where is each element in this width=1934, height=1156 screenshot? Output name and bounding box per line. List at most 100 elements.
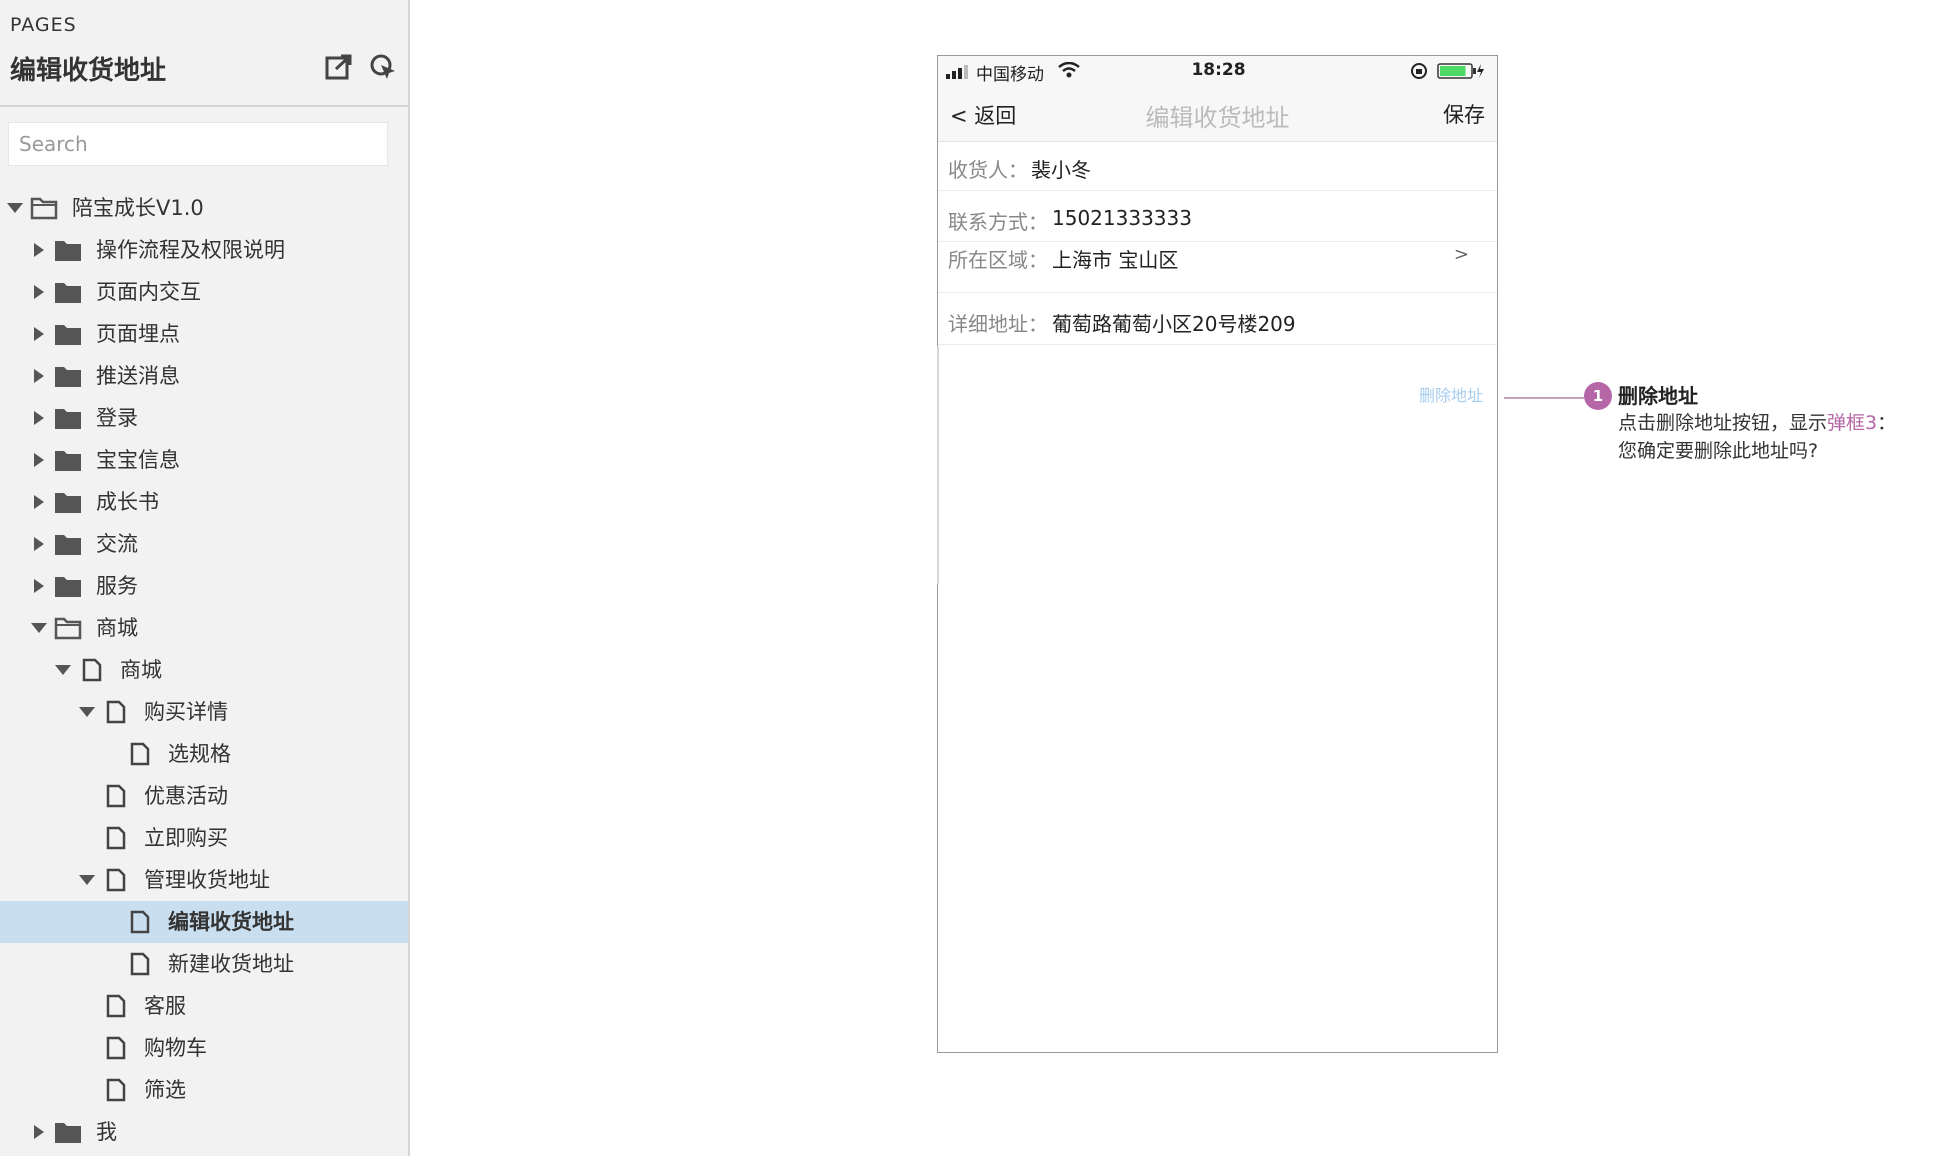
- annotation-connector: [1504, 397, 1584, 399]
- recipient-value[interactable]: 裴小冬: [1031, 154, 1091, 183]
- tree-item[interactable]: 商城: [0, 649, 408, 691]
- tree-item-label: 宝宝信息: [96, 448, 180, 472]
- pages-label: PAGES: [10, 14, 77, 36]
- page-icon: [126, 910, 154, 934]
- tree-item[interactable]: 成长书: [0, 481, 408, 523]
- folder-icon: [54, 280, 82, 304]
- tree-item-label: 筛选: [144, 1078, 186, 1102]
- caret-right-icon[interactable]: [28, 523, 48, 565]
- caret-right-icon[interactable]: [28, 229, 48, 271]
- tree-item[interactable]: 登录: [0, 397, 408, 439]
- recipient-row[interactable]: 收货人： 裴小冬: [938, 142, 1497, 191]
- folder-icon: [54, 1120, 82, 1144]
- caret-down-icon[interactable]: [76, 859, 96, 901]
- nav-title: 编辑收货地址: [1145, 104, 1290, 132]
- tree-item-label: 交流: [96, 532, 138, 556]
- page-icon: [102, 700, 130, 724]
- tree-item-label: 我: [96, 1120, 117, 1144]
- address-row[interactable]: 详细地址： 葡萄路葡萄小区20号楼209: [938, 293, 1497, 345]
- tree-item-label: 客服: [144, 994, 186, 1018]
- page-icon: [126, 742, 154, 766]
- address-value[interactable]: 葡萄路葡萄小区20号楼209: [1052, 308, 1296, 337]
- contact-value[interactable]: 15021333333: [1052, 206, 1192, 230]
- region-value[interactable]: 上海市 宝山区: [1052, 244, 1178, 273]
- page-icon: [78, 658, 106, 682]
- recipient-label: 收货人：: [948, 158, 1028, 182]
- battery-icon: [1437, 63, 1484, 79]
- tree-item[interactable]: 新建收货地址: [0, 943, 408, 985]
- folder-icon: [54, 532, 82, 556]
- tree-item-label: 购买详情: [144, 700, 228, 724]
- tree-item-label: 页面埋点: [96, 322, 180, 346]
- tree-item-label: 新建收货地址: [168, 952, 294, 976]
- folder-open-icon: [54, 616, 82, 640]
- chevron-right-icon[interactable]: >: [1454, 244, 1469, 265]
- page-tree: 陪宝成长V1.0 操作流程及权限说明页面内交互页面埋点推送消息 登录宝宝信息成长书交…: [0, 187, 408, 1153]
- folder-icon: [54, 574, 82, 598]
- tree-item[interactable]: 服务: [0, 565, 408, 607]
- caret-right-icon[interactable]: [28, 1111, 48, 1153]
- tree-item[interactable]: 商城: [0, 607, 408, 649]
- tree-item[interactable]: 编辑收货地址: [0, 901, 408, 943]
- tree-item-label: 操作流程及权限说明: [96, 238, 285, 262]
- header-divider: [0, 105, 408, 107]
- tree-item-label: 服务: [96, 574, 138, 598]
- tree-item[interactable]: 筛选: [0, 1069, 408, 1111]
- folder-icon: [54, 238, 82, 262]
- region-row[interactable]: 所在区域： 上海市 宝山区 >: [938, 242, 1497, 293]
- folder-icon: [54, 490, 82, 514]
- tree-item[interactable]: 优惠活动: [0, 775, 408, 817]
- caret-down-icon[interactable]: [76, 691, 96, 733]
- tree-item[interactable]: 选规格: [0, 733, 408, 775]
- folder-icon: [54, 322, 82, 346]
- locate-page-icon[interactable]: [368, 52, 398, 82]
- annotation-badge[interactable]: 1: [1584, 382, 1612, 410]
- caret-right-icon[interactable]: [28, 313, 48, 355]
- delete-address-link[interactable]: 删除地址: [1419, 382, 1483, 406]
- tree-item[interactable]: 管理收货地址: [0, 859, 408, 901]
- status-bar: 中国移动 18:28: [938, 56, 1497, 86]
- tree-item[interactable]: 交流: [0, 523, 408, 565]
- caret-right-icon[interactable]: [28, 271, 48, 313]
- tree-item-label: 立即购买: [144, 826, 228, 850]
- region-label: 所在区域：: [948, 248, 1048, 272]
- address-label: 详细地址：: [948, 312, 1048, 336]
- folder-icon: [54, 406, 82, 430]
- tree-item[interactable]: 操作流程及权限说明: [0, 229, 408, 271]
- search-input[interactable]: [8, 122, 388, 166]
- tree-item-label: 商城: [96, 616, 138, 640]
- tree-item[interactable]: 陪宝成长V1.0: [0, 187, 408, 229]
- tree-item[interactable]: 宝宝信息: [0, 439, 408, 481]
- save-button[interactable]: 保存: [1443, 99, 1485, 129]
- tree-item-label: 购物车: [144, 1036, 207, 1060]
- tree-item[interactable]: 页面内交互: [0, 271, 408, 313]
- tree-item[interactable]: 客服: [0, 985, 408, 1027]
- tree-item-label: 选规格: [168, 742, 231, 766]
- annotation-text: 点击删除地址按钮，显示弹框3：: [1618, 408, 1896, 435]
- caret-down-icon[interactable]: [52, 649, 72, 691]
- phone-frame: 中国移动 18:28 < 返回 编辑收货地址 保存 收货人： 裴小冬 联系方式：…: [937, 55, 1498, 1053]
- tree-item[interactable]: 购物车: [0, 1027, 408, 1069]
- caret-right-icon[interactable]: [28, 481, 48, 523]
- rotation-lock-icon: [1411, 63, 1427, 79]
- annotation-text-post: ：: [1877, 412, 1897, 434]
- tree-item[interactable]: 立即购买: [0, 817, 408, 859]
- tree-item[interactable]: 页面埋点: [0, 313, 408, 355]
- tree-item[interactable]: 推送消息: [0, 355, 408, 397]
- caret-right-icon[interactable]: [28, 397, 48, 439]
- annotation-text-line2: 您确定要删除此地址吗?: [1618, 440, 1819, 462]
- caret-right-icon[interactable]: [28, 565, 48, 607]
- open-external-icon[interactable]: [324, 52, 354, 82]
- caret-down-icon[interactable]: [28, 607, 48, 649]
- tree-item[interactable]: 购买详情: [0, 691, 408, 733]
- caret-down-icon[interactable]: [4, 187, 24, 229]
- tree-item-label: 成长书: [96, 490, 159, 514]
- tree-item-label: 商城: [120, 658, 162, 682]
- folder-open-icon: [30, 196, 58, 220]
- caret-right-icon[interactable]: [28, 439, 48, 481]
- caret-right-icon[interactable]: [28, 355, 48, 397]
- page-icon: [102, 784, 130, 808]
- contact-row[interactable]: 联系方式： 15021333333: [938, 191, 1497, 242]
- tree-item[interactable]: 我: [0, 1111, 408, 1153]
- dialog-link[interactable]: 弹框3: [1827, 412, 1877, 434]
